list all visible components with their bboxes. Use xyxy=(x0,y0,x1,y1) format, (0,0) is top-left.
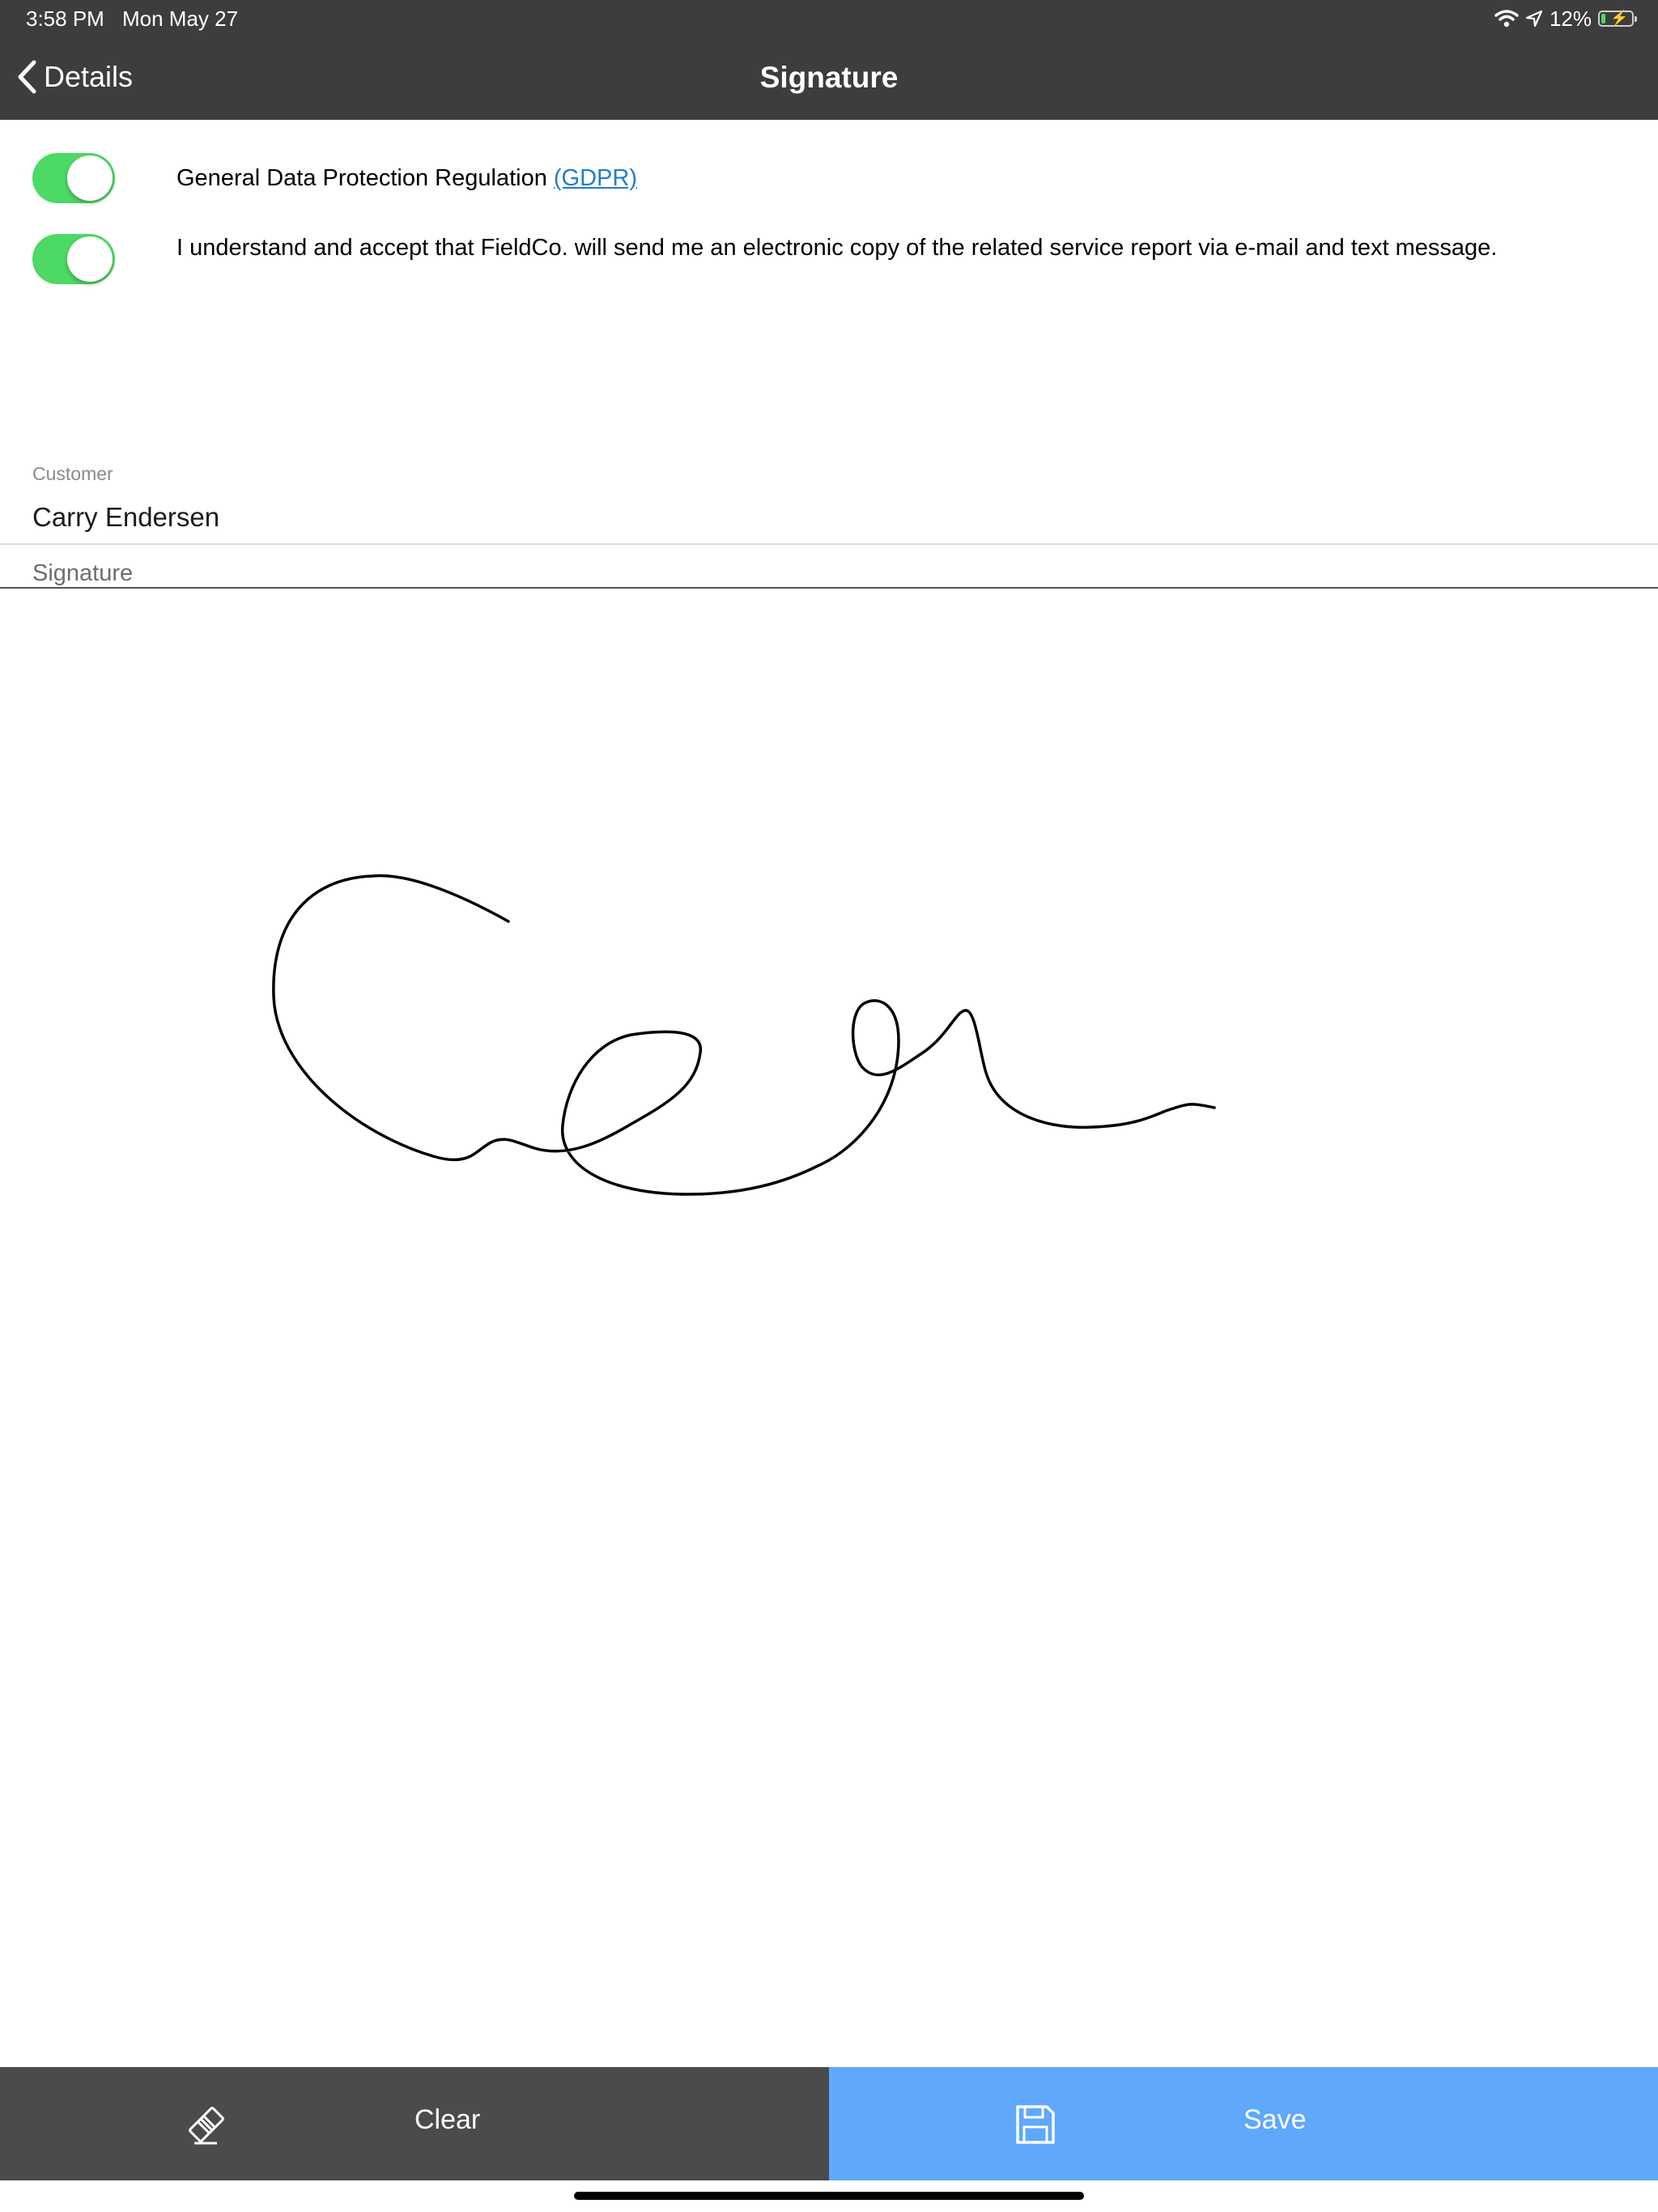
signature-label: Signature xyxy=(32,560,134,586)
status-time: 3:58 PM xyxy=(26,6,104,31)
page-title: Signature xyxy=(759,61,899,94)
customer-name: Carry Endersen xyxy=(32,502,220,532)
gdpr-toggle[interactable] xyxy=(32,153,115,203)
status-date: Mon May 27 xyxy=(122,6,239,31)
clear-label: Clear xyxy=(414,2104,481,2135)
customer-label: Customer xyxy=(32,463,113,484)
eraser-icon xyxy=(189,2107,224,2145)
save-button[interactable]: Save xyxy=(829,2067,1658,2180)
status-indicators: 12% ⚡ xyxy=(1494,5,1637,32)
gdpr-link[interactable]: (GDPR) xyxy=(554,165,637,191)
location-arrow-icon xyxy=(1525,10,1543,28)
report-consent-text: I understand and accept that FieldCo. wi… xyxy=(176,235,1498,261)
wifi-icon xyxy=(1494,10,1519,28)
navigation-bar: Details Signature xyxy=(0,38,1658,120)
battery-percentage: 12% xyxy=(1549,6,1592,31)
toggle-knob xyxy=(67,236,113,282)
bottom-toolbar: Clear Save xyxy=(0,2067,1658,2180)
report-consent-row: I understand and accept that FieldCo. wi… xyxy=(32,234,1658,284)
clear-button[interactable]: Clear xyxy=(0,2067,829,2180)
toggle-knob xyxy=(67,155,113,201)
gdpr-consent-text: General Data Protection Regulation (GDPR… xyxy=(176,164,637,192)
status-bar: 3:58 PM Mon May 27 12% ⚡ xyxy=(0,0,1658,38)
signature-stroke xyxy=(272,874,1216,1196)
floppy-disk-icon xyxy=(1016,2105,1055,2144)
report-consent-toggle[interactable] xyxy=(32,234,115,284)
gdpr-consent-row: General Data Protection Regulation (GDPR… xyxy=(32,153,637,203)
signature-pad[interactable] xyxy=(0,589,1658,2066)
signature-screen: 3:58 PM Mon May 27 12% ⚡ Details Signatu… xyxy=(0,0,1658,2212)
save-label: Save xyxy=(1244,2104,1307,2135)
gdpr-label: General Data Protection Regulation xyxy=(176,165,554,191)
battery-charging-icon: ⚡ xyxy=(1598,10,1637,27)
divider xyxy=(0,543,1658,545)
home-indicator[interactable] xyxy=(574,2192,1084,2200)
